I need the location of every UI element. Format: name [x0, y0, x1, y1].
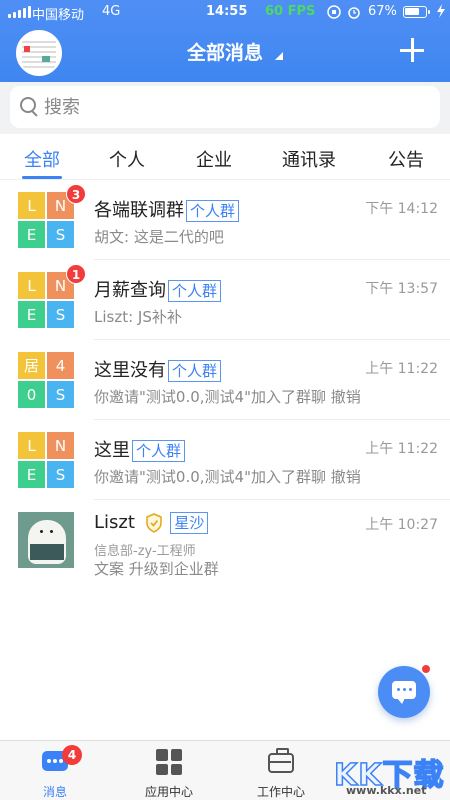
group-type-tag: 个人群	[186, 200, 240, 222]
verified-shield-icon	[145, 513, 163, 533]
location-tag: 星沙	[170, 512, 209, 534]
conversation-name: 各端联调群	[94, 200, 184, 221]
tab-personal[interactable]: 个人	[109, 146, 145, 172]
bear-avatar	[18, 512, 74, 568]
conversation-time: 上午 11:22	[365, 441, 438, 457]
conversation-name: 这里	[94, 440, 130, 461]
group-type-tag: 个人群	[168, 360, 222, 382]
alarm-icon	[346, 4, 362, 20]
unread-badge: 1	[66, 264, 86, 284]
add-icon[interactable]	[398, 36, 426, 64]
nav-messages[interactable]: 4 消息	[0, 741, 110, 800]
message-preview: 胡文: 这是二代的吧	[94, 228, 224, 246]
search-box[interactable]	[10, 86, 440, 128]
nav-label: 消息	[42, 785, 67, 799]
apps-grid-icon	[156, 749, 182, 775]
nav-app-center[interactable]: 应用中心	[114, 741, 224, 800]
clock: 14:55	[206, 4, 248, 19]
conversation-name: 月薪查询	[94, 280, 166, 301]
watermark-logo: KK下载 www.kkx.net	[330, 748, 450, 800]
nav-work-center[interactable]: 工作中心	[226, 741, 336, 800]
signal-icon	[8, 6, 31, 18]
conversation-row[interactable]: 居 4 0 S 这里没有 个人群 上午 11:22 你邀请"测试0.0,测试4"加…	[0, 340, 450, 420]
filter-tabs: 全部 个人 企业 通讯录 公告	[0, 136, 450, 180]
notification-dot	[421, 664, 431, 674]
active-tab-indicator	[22, 176, 62, 179]
dropdown-caret-icon[interactable]	[275, 52, 283, 60]
conversation-row[interactable]: Liszt 星沙 上午 10:27 信息部-zy-工程师 文案 升级到企业群	[0, 500, 450, 584]
message-preview: Liszt: JS补补	[94, 308, 182, 326]
tab-announcements[interactable]: 公告	[388, 146, 424, 172]
tab-all[interactable]: 全部	[24, 146, 60, 172]
conversation-time: 下午 14:12	[365, 201, 438, 217]
message-preview: 你邀请"测试0.0,测试4"加入了群聊 撤销	[94, 388, 361, 406]
app-header: 中国移动 4G 14:55 60 FPS 67% 全部消息	[0, 0, 450, 82]
page-title[interactable]: 全部消息	[0, 38, 450, 65]
conversation-time: 上午 10:27	[365, 517, 438, 533]
battery-icon	[403, 6, 430, 18]
nav-unread-badge: 4	[62, 745, 82, 765]
battery-percent: 67%	[368, 4, 397, 19]
conversation-row[interactable]: L N E S 3 各端联调群 个人群 下午 14:12 胡文: 这是二代的吧	[0, 180, 450, 260]
search-bar	[0, 82, 450, 134]
group-avatar: L N E S 1	[18, 264, 86, 328]
nav-label: 应用中心	[144, 785, 193, 799]
unread-badge: 3	[66, 184, 86, 204]
tab-enterprise[interactable]: 企业	[196, 146, 232, 172]
conversation-row[interactable]: L N E S 这里 个人群 上午 11:22 你邀请"测试0.0,测试4"加入了…	[0, 420, 450, 500]
conversation-time: 下午 13:57	[365, 281, 438, 297]
network-label: 4G	[102, 4, 121, 19]
group-avatar: L N E S	[18, 432, 74, 488]
conversation-time: 上午 11:22	[365, 361, 438, 377]
conversation-name: Liszt	[94, 512, 135, 533]
tab-contacts[interactable]: 通讯录	[282, 146, 336, 172]
chat-bubble-icon	[392, 681, 416, 704]
conversation-row[interactable]: L N E S 1 月薪查询 个人群 下午 13:57 Liszt: JS补补	[0, 260, 450, 340]
group-type-tag: 个人群	[132, 440, 186, 462]
fps-label: 60 FPS	[265, 4, 316, 19]
lock-rotation-icon	[326, 4, 342, 20]
group-avatar: L N E S 3	[18, 184, 86, 248]
group-type-tag: 个人群	[168, 280, 222, 302]
group-avatar: 居 4 0 S	[18, 352, 74, 408]
conversation-name: 这里没有	[94, 360, 166, 381]
watermark-url: www.kkx.net	[346, 784, 427, 797]
briefcase-icon	[268, 748, 294, 773]
status-bar: 中国移动 4G 14:55 60 FPS 67%	[0, 0, 450, 24]
charging-icon	[436, 4, 446, 21]
department-label: 信息部-zy-工程师	[94, 544, 196, 559]
message-preview: 文案 升级到企业群	[94, 560, 219, 578]
message-preview: 你邀请"测试0.0,测试4"加入了群聊 撤销	[94, 468, 361, 486]
carrier-label: 中国移动	[32, 8, 85, 23]
search-icon	[20, 97, 38, 115]
nav-label: 工作中心	[256, 785, 305, 799]
chat-fab-button[interactable]	[378, 666, 430, 718]
search-input[interactable]	[44, 86, 424, 128]
